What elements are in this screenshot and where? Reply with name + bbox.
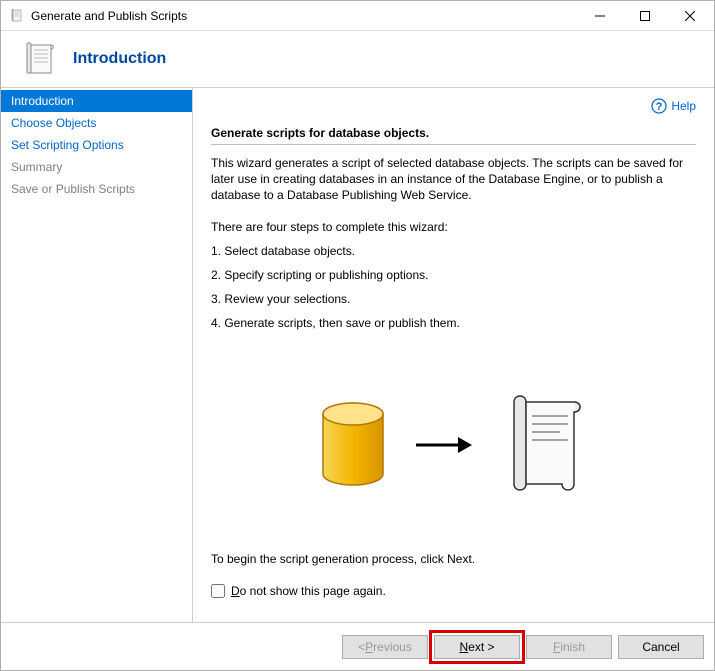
- sidebar-item-introduction[interactable]: Introduction: [1, 90, 192, 112]
- arrow-right-icon: [414, 430, 474, 460]
- steps-intro: There are four steps to complete this wi…: [211, 220, 696, 234]
- window-title: Generate and Publish Scripts: [31, 9, 577, 23]
- sidebar-item-label: Set Scripting Options: [11, 138, 124, 152]
- step-1: 1. Select database objects.: [211, 244, 696, 258]
- wizard-header: Introduction: [1, 31, 714, 88]
- cancel-button[interactable]: Cancel: [618, 635, 704, 659]
- svg-text:?: ?: [656, 101, 663, 113]
- wizard-body: Introduction Choose Objects Set Scriptin…: [1, 88, 714, 622]
- do-not-show-checkbox[interactable]: [211, 584, 225, 598]
- help-link[interactable]: ? Help: [651, 98, 696, 114]
- sidebar-item-save-publish[interactable]: Save or Publish Scripts: [1, 178, 192, 200]
- illustration: [211, 390, 696, 500]
- maximize-icon: [640, 11, 650, 21]
- help-icon: ?: [651, 98, 667, 114]
- section-title: Generate scripts for database objects.: [211, 126, 696, 140]
- do-not-show-row: Do not show this page again.: [211, 584, 386, 598]
- previous-button[interactable]: < Previous: [342, 635, 428, 659]
- wizard-window: Generate and Publish Scripts Introductio…: [0, 0, 715, 671]
- database-icon: [318, 400, 388, 490]
- sidebar-item-label: Introduction: [11, 94, 74, 108]
- close-icon: [685, 11, 695, 21]
- begin-instruction: To begin the script generation process, …: [211, 552, 475, 566]
- step-3: 3. Review your selections.: [211, 292, 696, 306]
- script-app-icon: [9, 8, 25, 24]
- minimize-icon: [595, 11, 605, 21]
- sidebar-item-label: Save or Publish Scripts: [11, 182, 135, 196]
- next-button[interactable]: Next >: [434, 635, 520, 659]
- page-title: Introduction: [73, 50, 166, 68]
- script-scroll-icon: [500, 390, 590, 500]
- content-area: ? Help Generate scripts for database obj…: [193, 88, 714, 622]
- maximize-button[interactable]: [622, 1, 667, 30]
- wizard-description: This wizard generates a script of select…: [211, 155, 696, 204]
- sidebar-item-set-scripting-options[interactable]: Set Scripting Options: [1, 134, 192, 156]
- scroll-header-icon: [19, 39, 59, 79]
- minimize-button[interactable]: [577, 1, 622, 30]
- finish-button[interactable]: Finish: [526, 635, 612, 659]
- sidebar-item-label: Choose Objects: [11, 116, 96, 130]
- sidebar: Introduction Choose Objects Set Scriptin…: [1, 88, 193, 622]
- close-button[interactable]: [667, 1, 712, 30]
- step-2: 2. Specify scripting or publishing optio…: [211, 268, 696, 282]
- section-divider: [211, 144, 696, 145]
- sidebar-item-summary[interactable]: Summary: [1, 156, 192, 178]
- sidebar-item-choose-objects[interactable]: Choose Objects: [1, 112, 192, 134]
- step-4: 4. Generate scripts, then save or publis…: [211, 316, 696, 330]
- sidebar-item-label: Summary: [11, 160, 62, 174]
- help-label: Help: [671, 99, 696, 113]
- titlebar: Generate and Publish Scripts: [1, 1, 714, 31]
- wizard-footer: < Previous Next > Finish Cancel: [1, 622, 714, 670]
- do-not-show-label[interactable]: Do not show this page again.: [231, 584, 386, 598]
- window-controls: [577, 1, 712, 30]
